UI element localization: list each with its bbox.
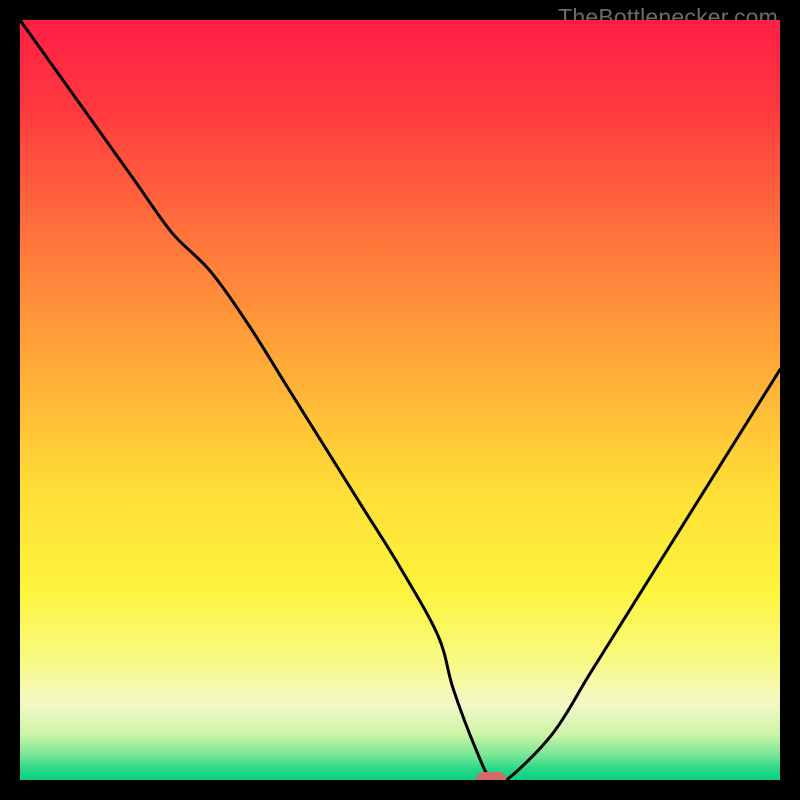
chart-frame: TheBottlenecker.com: [0, 0, 800, 800]
gradient-background: [20, 20, 780, 780]
bottleneck-chart: [20, 20, 780, 780]
optimum-marker: [476, 772, 506, 780]
plot-area: [20, 20, 780, 780]
